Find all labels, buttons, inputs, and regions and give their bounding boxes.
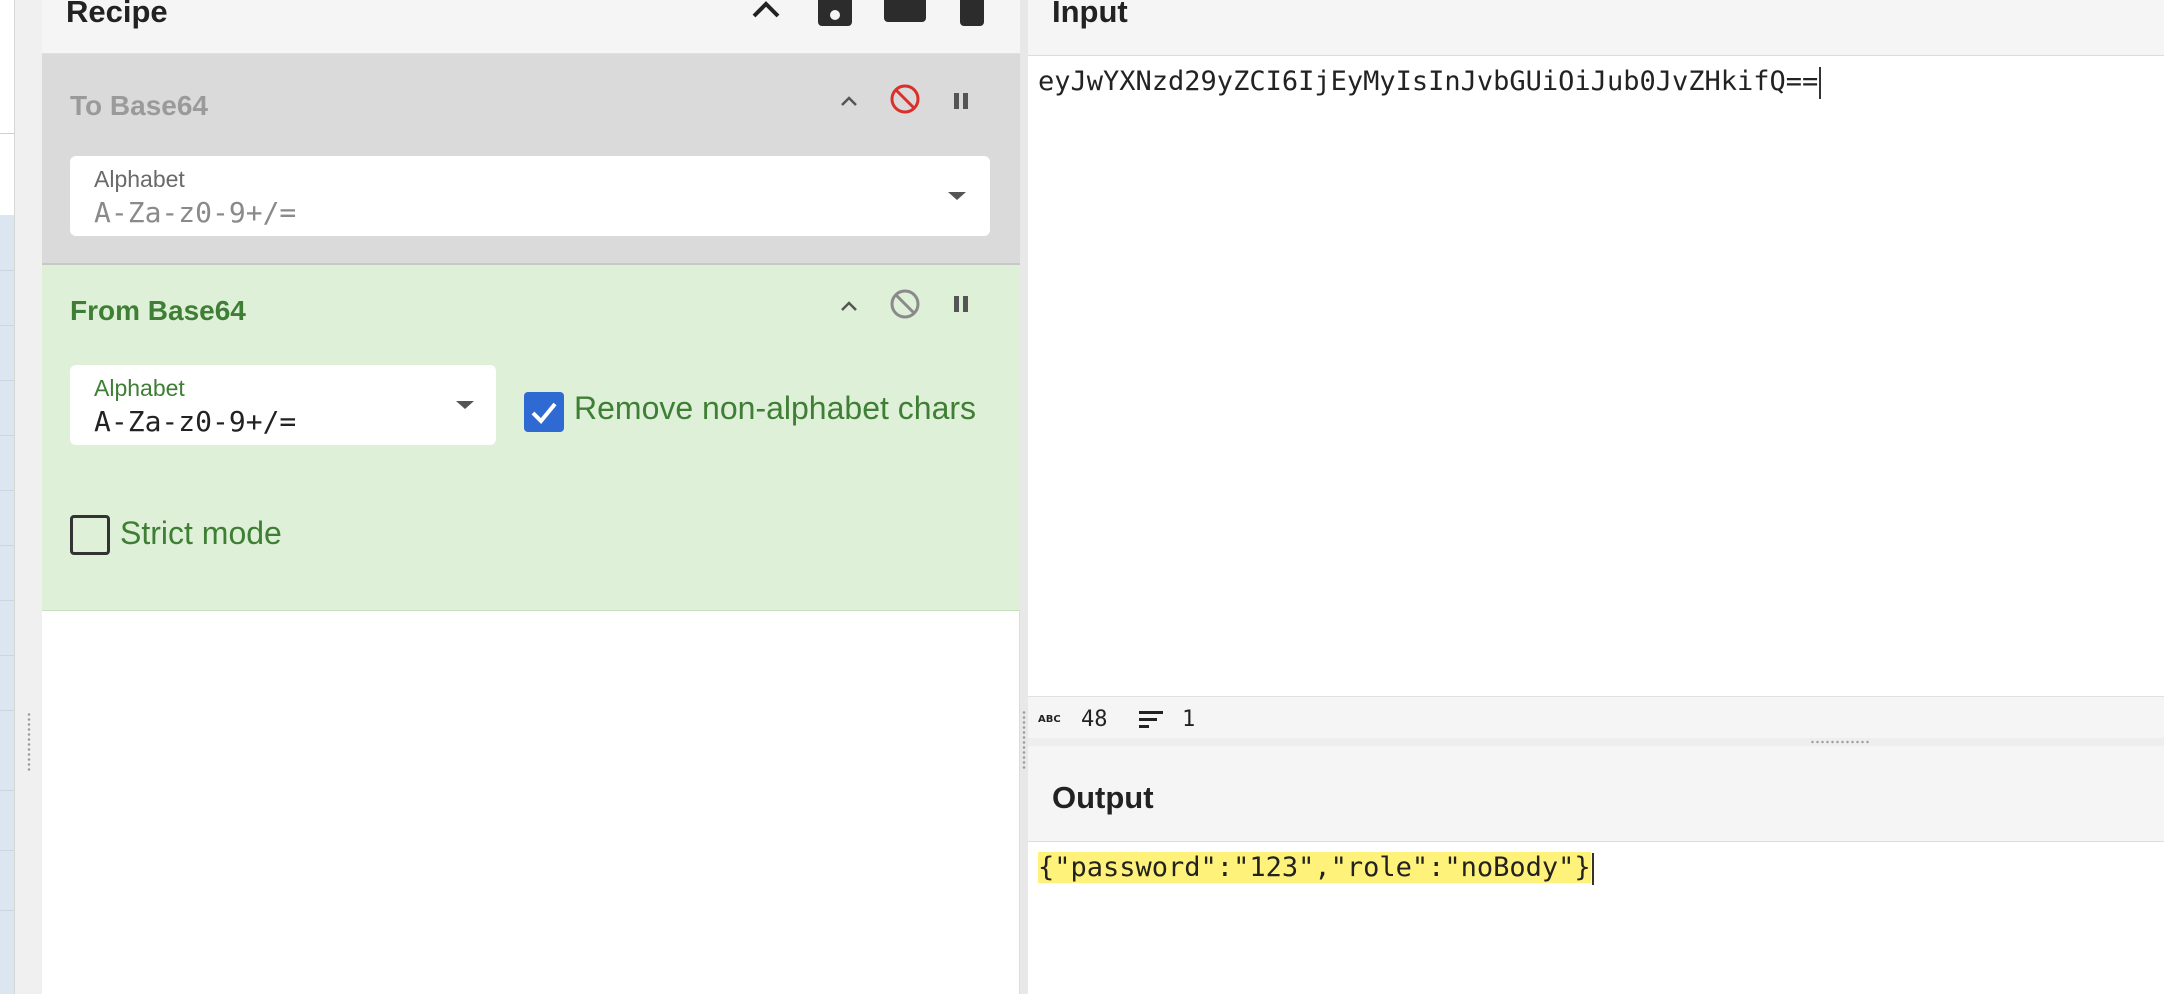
divider-line — [0, 435, 14, 436]
dropdown-arrow-icon — [948, 192, 966, 200]
output-text: {"password":"123","role":"noBody"} — [1038, 852, 1591, 883]
chevron-up-icon[interactable] — [832, 84, 866, 118]
divider-line — [0, 545, 14, 546]
divider-line — [0, 600, 14, 601]
dropdown-arrow-icon — [456, 401, 474, 409]
alphabet-select[interactable]: Alphabet A-Za-z0-9+/= — [70, 156, 990, 236]
text-caret — [1819, 66, 1822, 99]
trash-icon[interactable] — [960, 0, 984, 26]
svg-text:ABC: ABC — [1038, 714, 1061, 725]
input-title: Input — [1052, 0, 1128, 29]
abc-icon: ABC — [1038, 714, 1061, 725]
panel-resize-handle[interactable] — [1020, 0, 1028, 994]
folder-icon[interactable] — [884, 0, 926, 22]
operations-panel-edge-top — [0, 0, 14, 215]
checkmark-icon — [531, 402, 557, 424]
alphabet-value: A-Za-z0-9+/= — [94, 196, 297, 229]
output-textarea[interactable]: {"password":"123","role":"noBody"} — [1038, 852, 1594, 885]
text-caret — [1591, 852, 1594, 885]
output-header: Output — [1028, 746, 2164, 842]
divider-line — [0, 490, 14, 491]
divider-line — [0, 850, 14, 851]
line-count: 1 — [1182, 707, 1196, 732]
pause-icon[interactable] — [944, 84, 978, 118]
strict-mode-checkbox[interactable] — [70, 515, 110, 555]
divider-line — [0, 790, 14, 791]
alphabet-label: Alphabet — [94, 166, 185, 192]
char-count: 48 — [1081, 707, 1108, 732]
save-icon-hole — [830, 10, 840, 20]
divider-line — [0, 655, 14, 656]
recipe-header: Recipe — [42, 0, 1020, 54]
alphabet-select[interactable]: Alphabet A-Za-z0-9+/= — [70, 365, 496, 445]
input-status-bar: ABC 48 1 — [1028, 696, 2164, 738]
operation-name: To Base64 — [70, 90, 208, 121]
grip-dots — [27, 712, 31, 772]
input-textarea[interactable]: eyJwYXNzd29yZCI6IjEyMyIsInJvbGUiOiJub0Jv… — [1038, 66, 1822, 99]
disable-icon[interactable] — [888, 82, 922, 116]
panel-resize-handle[interactable] — [14, 0, 42, 994]
alphabet-label: Alphabet — [94, 375, 185, 401]
grip-dots — [1022, 710, 1026, 770]
divider-line — [0, 380, 14, 381]
remove-non-alphabet-checkbox[interactable] — [524, 392, 564, 432]
lines-icon — [1139, 711, 1163, 728]
operations-panel-edge — [0, 0, 14, 994]
divider-line — [0, 910, 14, 911]
save-icon[interactable] — [818, 0, 852, 26]
recipe-title: Recipe — [66, 0, 168, 29]
output-title: Output — [1052, 780, 1154, 815]
remove-non-alphabet-label[interactable]: Remove non-alphabet chars — [574, 390, 976, 427]
input-header: Input — [1028, 0, 2164, 56]
chevron-up-icon[interactable] — [748, 0, 784, 26]
pause-icon[interactable] — [944, 287, 978, 321]
recipe-panel: Recipe To Base64 Alphabet A-Za-z0-9+/= F… — [42, 0, 1020, 994]
chevron-up-icon[interactable] — [832, 289, 866, 323]
io-resize-handle[interactable] — [1028, 738, 2164, 746]
alphabet-value: A-Za-z0-9+/= — [94, 405, 297, 438]
grip-dots — [1810, 740, 1870, 744]
disable-icon[interactable] — [888, 287, 922, 321]
operation-to-base64[interactable]: To Base64 Alphabet A-Za-z0-9+/= — [42, 54, 1020, 265]
input-text: eyJwYXNzd29yZCI6IjEyMyIsInJvbGUiOiJub0Jv… — [1038, 66, 1819, 97]
divider-line — [0, 133, 14, 134]
io-pane: Input eyJwYXNzd29yZCI6IjEyMyIsInJvbGUiOi… — [1028, 0, 2164, 994]
strict-mode-label[interactable]: Strict mode — [120, 515, 282, 552]
divider-line — [0, 270, 14, 271]
operation-name: From Base64 — [70, 295, 246, 326]
divider-line — [0, 325, 14, 326]
operation-from-base64[interactable]: From Base64 Alphabet A-Za-z0-9+/= Remove… — [42, 265, 1020, 611]
divider-line — [0, 710, 14, 711]
